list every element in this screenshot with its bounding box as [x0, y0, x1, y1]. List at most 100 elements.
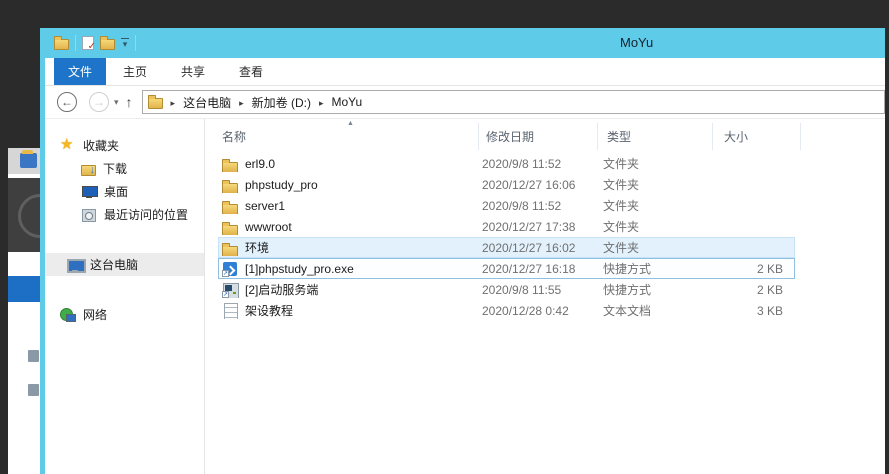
- address-bar: ← → ▾ ↑ 这台电脑 新加卷 (D:): [45, 86, 885, 119]
- file-row[interactable]: [1]phpstudy_pro.exe 2020/12/27 16:18 快捷方…: [218, 258, 795, 279]
- file-row[interactable]: server1 2020/9/8 11:52 文件夹: [218, 195, 795, 216]
- sidebar-item-icon: [81, 165, 96, 176]
- breadcrumb-item[interactable]: MoYu: [311, 95, 362, 109]
- column-header[interactable]: 大小: [713, 123, 801, 150]
- file-row[interactable]: 架设教程 2020/12/28 0:42 文本文档 3 KB: [218, 300, 795, 321]
- column-header-label: 类型: [607, 128, 631, 145]
- sidebar-item[interactable]: 桌面: [45, 180, 204, 203]
- column-header[interactable]: 修改日期: [479, 123, 598, 150]
- file-name-cell: phpstudy_pro: [219, 177, 478, 193]
- sidebar-item-icon: [81, 207, 97, 223]
- date-modified-cell: 2020/9/8 11:55: [478, 283, 597, 297]
- file-icon: [222, 282, 238, 298]
- location-folder-icon: [148, 98, 163, 109]
- file-rows: erl9.0 2020/9/8 11:52 文件夹 phpstudy_pro 2…: [218, 153, 885, 321]
- ribbon-tab-label: 共享: [181, 63, 205, 80]
- sidebar-item[interactable]: 网络: [45, 303, 204, 326]
- properties-button[interactable]: ✓: [82, 36, 94, 50]
- explorer-window: ✓ ▾ MoYu 文件 主页 共享 查看 ← → ▾ ↑: [40, 28, 885, 474]
- navigation-pane: 收藏夹 下载 桌面 最近访问的位置: [45, 119, 205, 474]
- column-header-label: 修改日期: [486, 128, 534, 145]
- sidebar-item[interactable]: 下载: [45, 157, 204, 180]
- ribbon-tab[interactable]: 查看: [222, 58, 280, 85]
- new-folder-button[interactable]: [100, 39, 115, 50]
- file-icon: [222, 261, 238, 277]
- customize-toolbar-dropdown[interactable]: ▾: [121, 38, 129, 48]
- ribbon-tab[interactable]: 文件: [54, 58, 106, 85]
- file-name: phpstudy_pro: [245, 178, 318, 192]
- file-type-cell: 文件夹: [597, 239, 712, 256]
- sidebar-item-label: 收藏夹: [83, 137, 119, 154]
- column-header-label: 大小: [724, 128, 748, 145]
- breadcrumb[interactable]: 这台电脑 新加卷 (D:) MoYu: [142, 90, 885, 114]
- sidebar-item-icon: [81, 184, 97, 200]
- file-type-cell: 文件夹: [597, 155, 712, 172]
- desktop-background: [885, 0, 889, 474]
- file-name-cell: server1: [219, 198, 478, 214]
- file-size-cell: 2 KB: [712, 283, 790, 297]
- recent-locations-dropdown[interactable]: ▾: [114, 97, 119, 108]
- file-name-cell: 架设教程: [219, 302, 478, 319]
- file-row[interactable]: [2]启动服务端 2020/9/8 11:55 快捷方式 2 KB: [218, 279, 795, 300]
- window-title: MoYu: [620, 28, 653, 58]
- background-window-dark-panel: [8, 178, 40, 252]
- back-button[interactable]: ←: [57, 92, 77, 112]
- file-row[interactable]: 环境 2020/12/27 16:02 文件夹: [218, 237, 795, 258]
- up-arrow-icon: ↑: [126, 94, 133, 110]
- breadcrumb-item-label: 这台电脑: [183, 94, 231, 111]
- breadcrumb-arrow-icon: [231, 95, 252, 109]
- file-name: erl9.0: [245, 157, 275, 171]
- explorer-window-icon: [54, 39, 69, 50]
- sidebar-item[interactable]: 最近访问的位置: [45, 203, 204, 226]
- file-icon: [222, 198, 238, 214]
- file-icon: [222, 156, 238, 172]
- file-type-cell: 文件夹: [597, 197, 712, 214]
- file-row[interactable]: phpstudy_pro 2020/12/27 16:06 文件夹: [218, 174, 795, 195]
- file-type-cell: 快捷方式: [597, 260, 712, 277]
- date-modified-cell: 2020/12/27 17:38: [478, 220, 597, 234]
- window-body: 收藏夹 下载 桌面 最近访问的位置: [45, 119, 885, 474]
- ribbon-tab-label: 文件: [68, 63, 92, 80]
- sidebar-item-icon: [60, 307, 76, 323]
- sidebar-item-icon: [67, 257, 83, 273]
- file-icon: [222, 177, 238, 193]
- forward-button[interactable]: →: [89, 92, 109, 112]
- breadcrumb-item[interactable]: 这台电脑: [163, 94, 232, 111]
- file-icon: [222, 219, 238, 235]
- breadcrumb-item-label: MoYu: [331, 95, 362, 109]
- date-modified-cell: 2020/12/28 0:42: [478, 304, 597, 318]
- background-window-item-icon: [28, 350, 39, 362]
- background-window-selected-item: [8, 276, 40, 302]
- titlebar[interactable]: ✓ ▾ MoYu: [45, 28, 885, 58]
- file-name-cell: [1]phpstudy_pro.exe: [219, 261, 478, 277]
- file-type-cell: 文件夹: [597, 218, 712, 235]
- sidebar-item[interactable]: 这台电脑: [45, 253, 204, 276]
- breadcrumb-item-label: 新加卷 (D:): [252, 94, 311, 111]
- briefcase-icon: [20, 153, 37, 168]
- shortcut-arrow-icon: [222, 291, 229, 298]
- breadcrumb-arrow-icon: [311, 95, 332, 109]
- file-name: 环境: [245, 239, 269, 256]
- file-type-cell: 文件夹: [597, 176, 712, 193]
- column-header[interactable]: 名称: [218, 123, 479, 150]
- sidebar-item-label: 这台电脑: [90, 256, 138, 273]
- chevron-down-icon: ▾: [114, 97, 119, 107]
- date-modified-cell: 2020/12/27 16:02: [478, 241, 597, 255]
- sidebar-item-label: 桌面: [104, 183, 128, 200]
- ribbon-tab[interactable]: 共享: [164, 58, 222, 85]
- up-button[interactable]: ↑: [126, 94, 133, 110]
- ribbon-tab[interactable]: 主页: [106, 58, 164, 85]
- sidebar-item-icon: [60, 138, 76, 154]
- file-type-cell: 文本文档: [597, 302, 712, 319]
- breadcrumb-item[interactable]: 新加卷 (D:): [231, 94, 311, 111]
- file-row[interactable]: wwwroot 2020/12/27 17:38 文件夹: [218, 216, 795, 237]
- file-name: [1]phpstudy_pro.exe: [245, 262, 354, 276]
- background-window: [8, 148, 40, 474]
- file-list-pane: 名称 修改日期 类型 大小 ▲: [205, 119, 885, 474]
- chevron-down-icon: ▾: [123, 39, 128, 49]
- column-header[interactable]: 类型: [598, 123, 713, 150]
- file-type-cell: 快捷方式: [597, 281, 712, 298]
- file-row[interactable]: erl9.0 2020/9/8 11:52 文件夹: [218, 153, 795, 174]
- sidebar-item[interactable]: 收藏夹: [45, 134, 204, 157]
- red-check-icon: ✓: [88, 42, 96, 52]
